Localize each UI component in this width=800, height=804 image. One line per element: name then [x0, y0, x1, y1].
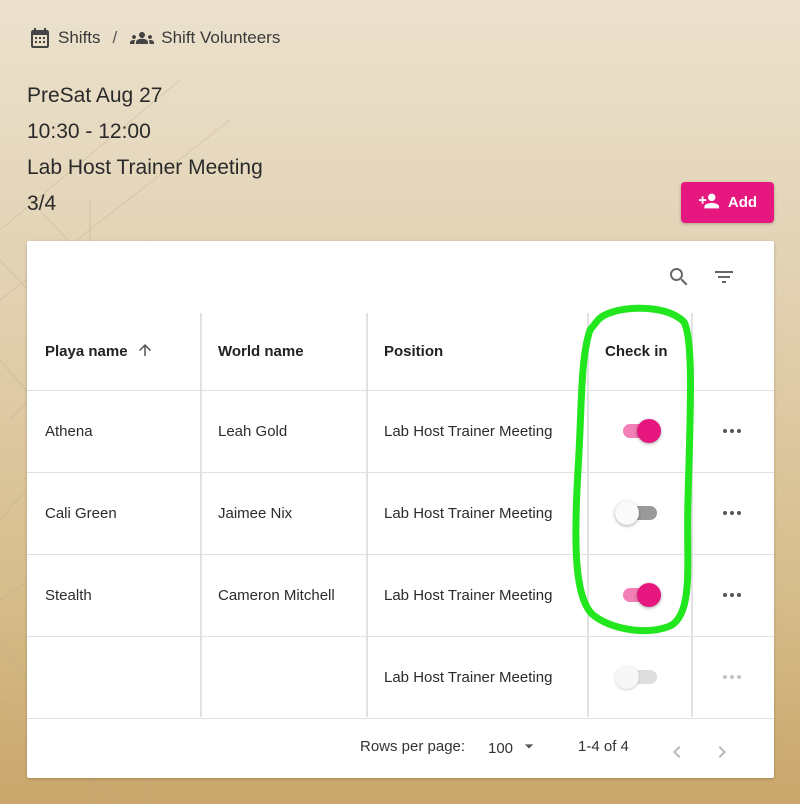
calendar-icon [28, 26, 52, 50]
column-divider [366, 313, 368, 717]
more-horizontal-icon[interactable] [720, 419, 744, 448]
dropdown-arrow-icon [519, 736, 539, 761]
shift-filled-count: 3/4 [27, 192, 57, 215]
chevron-right-icon[interactable] [710, 740, 734, 769]
more-horizontal-icon[interactable] [720, 583, 744, 612]
more-horizontal-icon [720, 665, 744, 694]
column-header-label: Playa name [45, 343, 128, 360]
world-name-cell: Cameron Mitchell [218, 586, 335, 604]
pagination-bar: Rows per page: 100 1-4 of 4 [27, 718, 774, 778]
add-button[interactable]: Add [681, 182, 774, 223]
shift-info: PreSat Aug 27 10:30 - 12:00 Lab Host Tra… [27, 82, 263, 226]
add-person-icon [698, 190, 720, 216]
filter-icon[interactable] [712, 265, 736, 294]
column-header-world-name[interactable]: World name [218, 313, 304, 390]
add-button-label: Add [727, 194, 758, 211]
pagination-range: 1-4 of 4 [578, 738, 629, 755]
check-in-toggle[interactable] [619, 419, 661, 443]
breadcrumb-shifts[interactable]: Shifts [28, 26, 101, 50]
shift-time: 10:30 - 12:00 [27, 120, 151, 143]
breadcrumb-shifts-label: Shifts [58, 28, 101, 47]
playa-name-cell: Cali Green [45, 504, 117, 522]
rows-per-page-select[interactable]: 100 [488, 736, 539, 761]
check-in-toggle[interactable] [615, 501, 657, 525]
column-divider [587, 313, 589, 717]
position-cell: Lab Host Trainer Meeting [384, 504, 553, 522]
column-divider [200, 313, 202, 717]
sort-arrow-up-icon [136, 341, 154, 363]
column-header-playa-name[interactable]: Playa name [45, 313, 154, 390]
shift-name: Lab Host Trainer Meeting [27, 156, 263, 179]
breadcrumb-separator: / [112, 28, 118, 47]
position-cell: Lab Host Trainer Meeting [384, 586, 553, 604]
check-in-toggle [615, 665, 657, 689]
playa-name-cell: Athena [45, 422, 93, 440]
position-cell: Lab Host Trainer Meeting [384, 422, 553, 440]
column-header-position[interactable]: Position [384, 313, 443, 390]
world-name-cell: Jaimee Nix [218, 504, 293, 522]
chevron-left-icon[interactable] [665, 740, 689, 769]
shift-date: PreSat Aug 27 [27, 84, 163, 107]
people-icon [129, 26, 155, 50]
rows-per-page-value: 100 [488, 740, 514, 757]
position-cell: Lab Host Trainer Meeting [384, 668, 553, 686]
playa-name-cell: Stealth [45, 586, 92, 604]
breadcrumb: Shifts / Shift Volunteers [28, 26, 280, 50]
more-horizontal-icon[interactable] [720, 501, 744, 530]
rows-per-page-label: Rows per page: [360, 738, 466, 755]
column-divider [691, 313, 693, 717]
breadcrumb-volunteers-label: Shift Volunteers [161, 28, 281, 47]
column-header-check-in[interactable]: Check in [605, 313, 668, 390]
world-name-cell: Leah Gold [218, 422, 288, 440]
check-in-toggle[interactable] [619, 583, 661, 607]
breadcrumb-volunteers[interactable]: Shift Volunteers [129, 26, 280, 50]
volunteers-table-card: Playa name World name Position Check in … [27, 241, 774, 778]
search-icon[interactable] [667, 265, 691, 294]
